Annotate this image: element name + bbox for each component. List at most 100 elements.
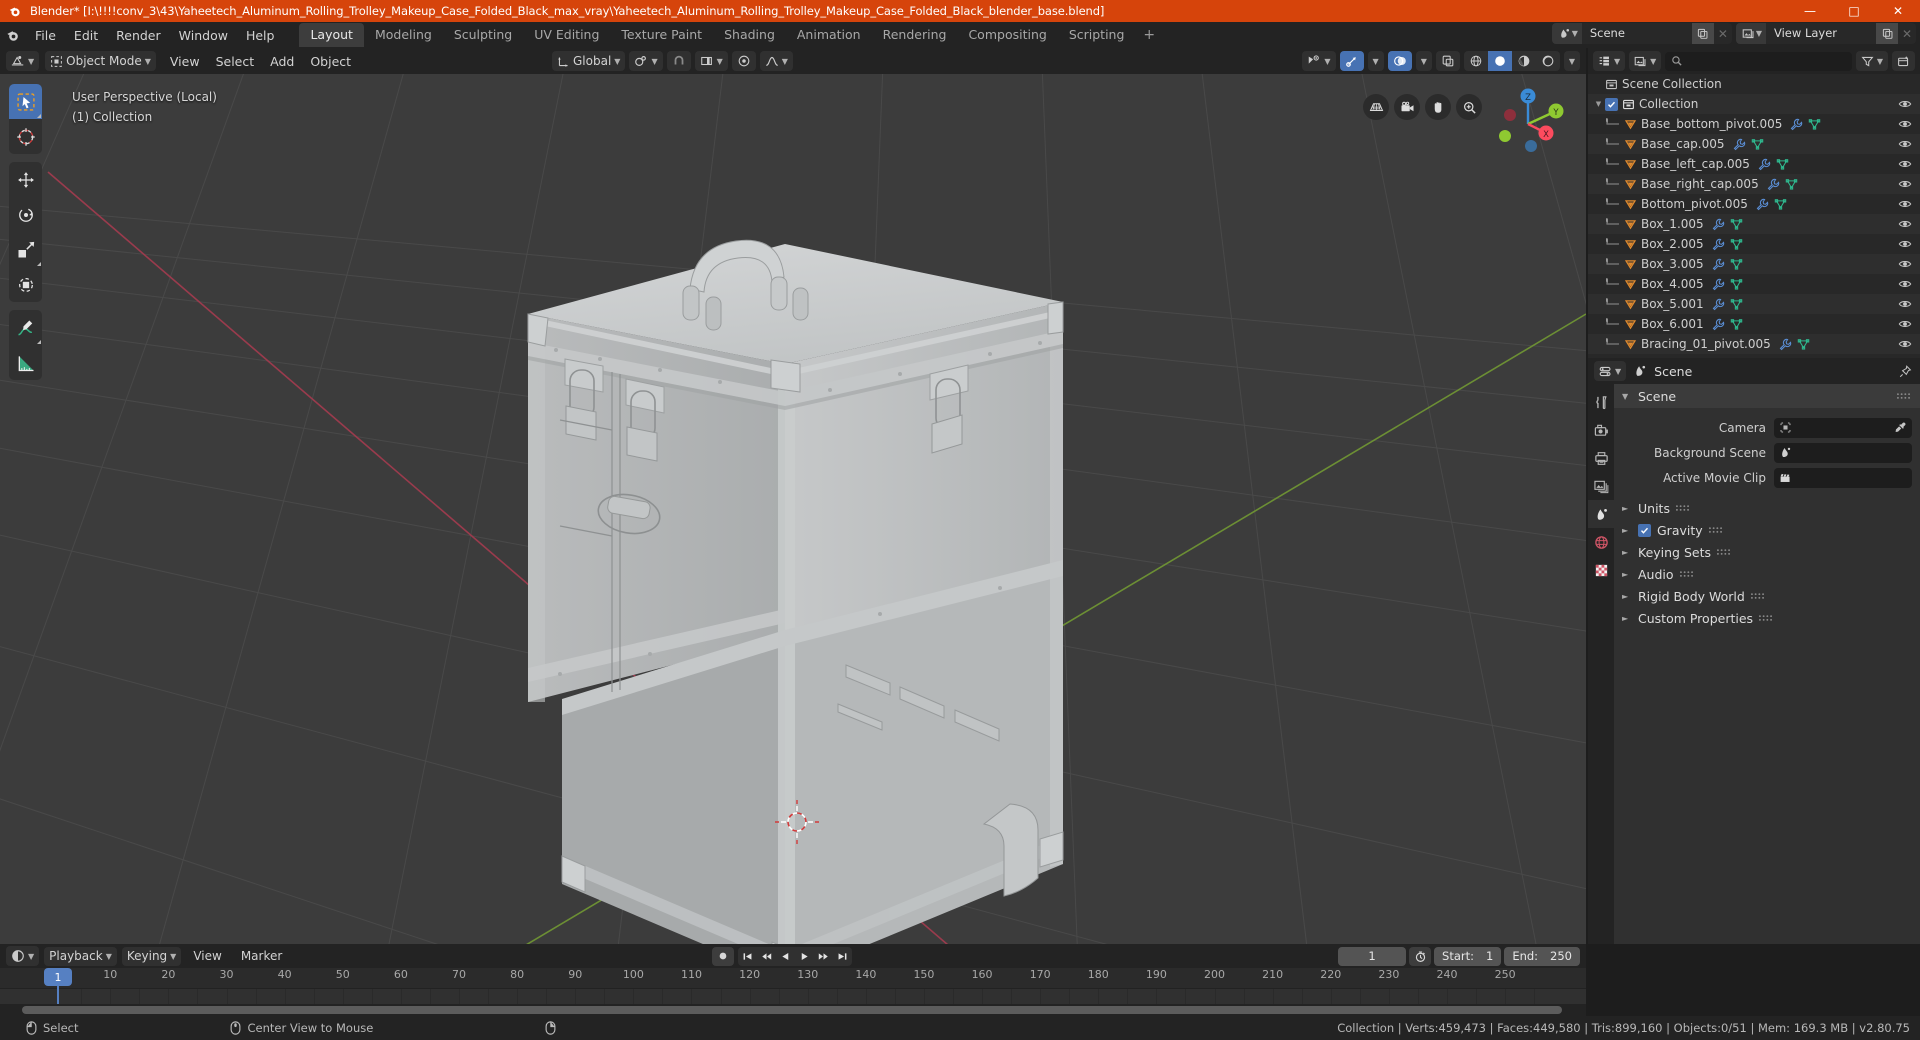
tab-sculpting[interactable]: Sculpting [443, 23, 523, 47]
mesh-data-icon[interactable] [1730, 258, 1743, 271]
expand-arrow-icon[interactable] [1606, 118, 1624, 130]
xray-icon[interactable] [1435, 51, 1460, 71]
tab-modeling[interactable]: Modeling [364, 23, 443, 47]
overlays-dropdown[interactable]: ▼ [1415, 51, 1432, 71]
auto-keying-icon[interactable] [1409, 946, 1432, 966]
properties-section-header[interactable]: ► Keying Sets [1614, 541, 1920, 563]
shading-dropdown[interactable]: ▼ [1563, 51, 1580, 71]
expand-arrow-icon[interactable] [1606, 258, 1624, 270]
tool-tab[interactable] [1588, 388, 1614, 416]
section-checkbox[interactable] [1638, 523, 1651, 537]
expand-arrow-icon[interactable] [1606, 298, 1624, 310]
editor-type-3dview-icon[interactable]: ▼ [6, 51, 40, 71]
camera-view-icon[interactable] [1394, 94, 1420, 120]
expand-arrow-icon[interactable] [1606, 158, 1624, 170]
outliner-row-object[interactable]: Box_6.001 [1588, 314, 1920, 334]
cursor-tool[interactable] [9, 119, 42, 154]
pan-hand-icon[interactable] [1425, 94, 1451, 120]
tab-scripting[interactable]: Scripting [1058, 23, 1136, 47]
annotate-tool[interactable] [9, 310, 42, 345]
rotate-tool[interactable] [9, 197, 42, 232]
jump-end-icon[interactable] [833, 947, 852, 966]
prev-keyframe-icon[interactable] [757, 947, 776, 966]
mesh-data-icon[interactable] [1797, 338, 1810, 351]
wrench-modifier-icon[interactable] [1790, 118, 1803, 131]
scene-name[interactable]: Scene [1581, 23, 1692, 44]
scene-properties-icon[interactable] [1588, 500, 1614, 528]
outliner-row-object[interactable]: Base_cap.005 [1588, 134, 1920, 154]
wrench-modifier-icon[interactable] [1733, 138, 1746, 151]
solid-icon[interactable] [1487, 51, 1512, 71]
outliner-row-scene-collection[interactable]: Scene Collection [1588, 74, 1920, 94]
wrench-modifier-icon[interactable] [1756, 198, 1769, 211]
mesh-data-icon[interactable] [1774, 198, 1787, 211]
viewport-menu-select[interactable]: Select [208, 51, 263, 72]
wrench-modifier-icon[interactable] [1712, 298, 1725, 311]
wrench-modifier-icon[interactable] [1712, 258, 1725, 271]
wrench-modifier-icon[interactable] [1712, 218, 1725, 231]
eye-visibility-icon[interactable] [1898, 177, 1912, 191]
scene-selector[interactable]: ▼ Scene ✕ [1551, 23, 1732, 44]
timeline-editor-icon[interactable]: ▼ [6, 946, 40, 966]
properties-editor-icon[interactable]: ▼ [1594, 361, 1627, 381]
tab-shading[interactable]: Shading [713, 23, 786, 47]
viewport-3d[interactable]: User Perspective (Local) (1) Collection [0, 74, 1586, 944]
outliner-row-object[interactable]: Box_2.005 [1588, 234, 1920, 254]
outliner-row-object[interactable]: Base_left_cap.005 [1588, 154, 1920, 174]
properties-section-header[interactable]: ► Rigid Body World [1614, 585, 1920, 607]
measure-tool[interactable] [9, 345, 42, 380]
gizmo-icon[interactable] [1339, 51, 1364, 71]
playback-menu[interactable]: Playback ▼ [44, 946, 117, 966]
expand-arrow-icon[interactable] [1606, 338, 1624, 350]
eye-visibility-icon[interactable] [1898, 97, 1912, 111]
close-button[interactable]: ✕ [1876, 0, 1920, 22]
outliner-row-object[interactable]: Box_5.001 [1588, 294, 1920, 314]
expand-arrow-icon[interactable] [1606, 198, 1624, 210]
record-keyframe-icon[interactable] [712, 946, 734, 966]
collection-checkbox[interactable] [1605, 97, 1618, 111]
outliner-row-object[interactable]: Box_4.005 [1588, 274, 1920, 294]
pin-icon[interactable] [1899, 364, 1912, 378]
tab-animation[interactable]: Animation [786, 23, 872, 47]
maximize-button[interactable]: □ [1832, 0, 1876, 22]
frame-range-fields[interactable]: Start: 1 [1434, 946, 1502, 966]
eye-visibility-icon[interactable] [1898, 277, 1912, 291]
expand-arrow-icon[interactable] [1606, 318, 1624, 330]
snap-target-selector[interactable]: ▼ [694, 51, 728, 71]
outliner-filter-id-icon[interactable]: ▼ [1629, 51, 1662, 71]
blender-menu-icon[interactable] [0, 22, 26, 48]
menu-edit[interactable]: Edit [65, 25, 107, 46]
unlink-scene-icon[interactable]: ✕ [1714, 23, 1732, 44]
new-scene-icon[interactable] [1691, 23, 1714, 44]
end-frame-fields[interactable]: End: 250 [1504, 946, 1580, 966]
expand-arrow-icon[interactable] [1606, 278, 1624, 290]
wrench-modifier-icon[interactable] [1712, 318, 1725, 331]
tab-texture-paint[interactable]: Texture Paint [610, 23, 713, 47]
section-expand-triangle-icon[interactable]: ► [1622, 570, 1632, 579]
outliner-row-object[interactable]: Bottom_pivot.005 [1588, 194, 1920, 214]
outliner-row-object[interactable]: Box_1.005 [1588, 214, 1920, 234]
outliner-row-object[interactable]: Base_bottom_pivot.005 [1588, 114, 1920, 134]
new-collection-icon[interactable] [1892, 51, 1915, 71]
tab-uv-editing[interactable]: UV Editing [523, 23, 610, 47]
viewport-menu-object[interactable]: Object [302, 51, 359, 72]
scene-panel-header[interactable]: ▼ Scene [1614, 384, 1920, 408]
play-reverse-icon[interactable] [776, 947, 795, 966]
jump-start-icon[interactable] [738, 947, 757, 966]
eye-visibility-icon[interactable] [1898, 257, 1912, 271]
eyedropper-icon[interactable] [1894, 421, 1907, 434]
eye-visibility-icon[interactable] [1898, 297, 1912, 311]
view-layer-selector[interactable]: ▼ View Layer ✕ [1735, 23, 1916, 44]
wireframe-icon[interactable] [1464, 51, 1488, 71]
view-layer-icon[interactable]: ▼ [1735, 23, 1766, 44]
start-frame-value[interactable]: 1 [1486, 949, 1493, 963]
new-view-layer-icon[interactable] [1876, 23, 1898, 44]
eye-visibility-icon[interactable] [1898, 237, 1912, 251]
scale-tool[interactable] [9, 232, 42, 267]
remove-view-layer-icon[interactable]: ✕ [1898, 23, 1916, 44]
scene-icon[interactable]: ▼ [1551, 23, 1582, 44]
play-icon[interactable] [795, 947, 814, 966]
expand-arrow-icon[interactable] [1606, 218, 1624, 230]
tab-layout[interactable]: Layout [299, 23, 364, 47]
proportional-edit-icon[interactable] [731, 51, 756, 71]
